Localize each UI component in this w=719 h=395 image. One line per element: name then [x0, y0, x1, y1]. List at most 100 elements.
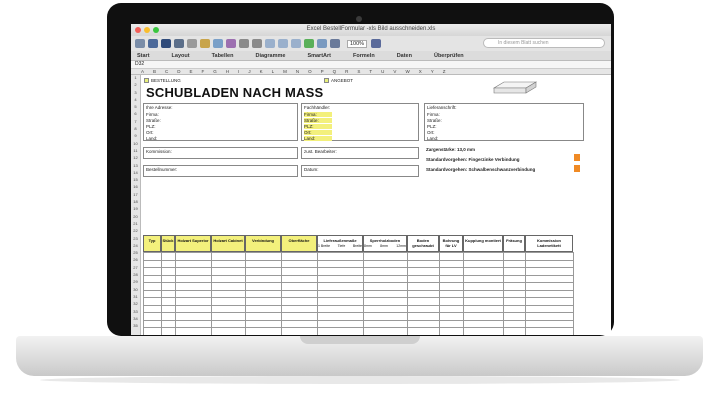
row-number[interactable]: 25	[131, 250, 140, 257]
row-number[interactable]: 32	[131, 301, 140, 308]
row-number[interactable]: 34	[131, 316, 140, 323]
help-icon[interactable]	[371, 39, 382, 48]
col-a[interactable]: A	[141, 69, 144, 74]
col-y[interactable]: Y	[431, 69, 434, 74]
row-number[interactable]: 14	[131, 170, 140, 177]
row-number[interactable]: 21	[131, 221, 140, 228]
redo-icon[interactable]	[252, 39, 262, 48]
row-number[interactable]: 5	[131, 104, 140, 111]
col-i[interactable]: I	[238, 69, 239, 74]
search-input[interactable]: In diesem Blatt suchen	[483, 38, 605, 48]
row-number[interactable]: 10	[131, 141, 140, 148]
col-g[interactable]: G	[213, 69, 217, 74]
col-r[interactable]: R	[345, 69, 348, 74]
row-number[interactable]: 29	[131, 279, 140, 286]
row-number[interactable]: 12	[131, 155, 140, 162]
col-f[interactable]: F	[202, 69, 205, 74]
row-number[interactable]: 20	[131, 214, 140, 221]
cell-reference[interactable]: D32	[135, 61, 144, 67]
col-l[interactable]: L	[272, 69, 275, 74]
tab-diagramme[interactable]: Diagramme	[255, 53, 285, 59]
cut-icon[interactable]	[187, 39, 197, 48]
datum-field[interactable]: Datum:	[301, 165, 419, 177]
row-number[interactable]: 15	[131, 177, 140, 184]
new-icon[interactable]	[135, 39, 145, 48]
option-marker-2[interactable]	[574, 165, 580, 172]
copy-icon[interactable]	[200, 39, 210, 48]
row-number[interactable]: 23	[131, 236, 140, 243]
col-m[interactable]: M	[283, 69, 287, 74]
row-number[interactable]: 6	[131, 111, 140, 118]
col-v[interactable]: V	[393, 69, 396, 74]
tab-formeln[interactable]: Formeln	[353, 53, 375, 59]
col-w[interactable]: W	[405, 69, 409, 74]
row-number[interactable]: 9	[131, 133, 140, 140]
row-number[interactable]: 30	[131, 287, 140, 294]
row-number[interactable]: 19	[131, 206, 140, 213]
col-o[interactable]: O	[308, 69, 312, 74]
row-number[interactable]: 26	[131, 257, 140, 264]
row-number[interactable]: 28	[131, 272, 140, 279]
row-number[interactable]: 4	[131, 97, 140, 104]
row-number[interactable]: 22	[131, 228, 140, 235]
open-icon[interactable]	[148, 39, 158, 48]
zoom-value[interactable]: 100%	[347, 39, 368, 48]
undo-icon[interactable]	[239, 39, 249, 48]
row-number[interactable]: 13	[131, 163, 140, 170]
tab-start[interactable]: Start	[137, 53, 150, 59]
bestellung-checkbox[interactable]	[144, 78, 149, 83]
gallery-icon[interactable]	[304, 39, 314, 48]
row-number[interactable]: 8	[131, 126, 140, 133]
col-z[interactable]: Z	[443, 69, 446, 74]
col-d[interactable]: D	[177, 69, 180, 74]
col-n[interactable]: N	[296, 69, 299, 74]
tab-daten[interactable]: Daten	[397, 53, 412, 59]
toolbox-icon[interactable]	[317, 39, 327, 48]
col-c[interactable]: C	[165, 69, 168, 74]
sort-icon[interactable]	[278, 39, 288, 48]
angebot-checkbox[interactable]	[324, 78, 329, 83]
paste-icon[interactable]	[213, 39, 223, 48]
row-number[interactable]: 16	[131, 184, 140, 191]
row-number[interactable]: 24	[131, 243, 140, 250]
col-t[interactable]: T	[369, 69, 372, 74]
sum-icon[interactable]	[265, 39, 275, 48]
tab-tabellen[interactable]: Tabellen	[212, 53, 234, 59]
tab-ueberpruefen[interactable]: Überprüfen	[434, 53, 464, 59]
row-number[interactable]: 3	[131, 90, 140, 97]
kommission-field[interactable]: Kommission:	[143, 147, 298, 159]
col-p[interactable]: P	[321, 69, 324, 74]
col-s[interactable]: S	[357, 69, 360, 74]
row-number[interactable]: 17	[131, 192, 140, 199]
formula-bar[interactable]: D32	[131, 61, 611, 69]
col-b[interactable]: B	[153, 69, 156, 74]
format-painter-icon[interactable]	[226, 39, 236, 48]
row-number[interactable]: 1	[131, 75, 140, 82]
row-number[interactable]: 2	[131, 82, 140, 89]
print-icon[interactable]	[174, 39, 184, 48]
col-e[interactable]: E	[190, 69, 193, 74]
col-x[interactable]: X	[419, 69, 422, 74]
row-number[interactable]: 33	[131, 309, 140, 316]
row-number[interactable]: 27	[131, 265, 140, 272]
col-u[interactable]: U	[381, 69, 384, 74]
col-h[interactable]: H	[226, 69, 229, 74]
bearbeiter-field[interactable]: zust. Bearbeiter:	[301, 147, 419, 159]
tab-smartart[interactable]: SmartArt	[307, 53, 331, 59]
filter-icon[interactable]	[291, 39, 301, 48]
zoom-level-icon[interactable]	[330, 39, 340, 48]
col-q[interactable]: Q	[333, 69, 337, 74]
col-k[interactable]: K	[260, 69, 263, 74]
save-icon[interactable]	[161, 39, 171, 48]
bestellnummer-field[interactable]: Bestellnummer:	[143, 165, 298, 177]
spreadsheet-grid[interactable]: BESTELLUNG ANGEBOT SCHUBLADEN NACH MASS …	[141, 75, 611, 335]
row-number[interactable]: 18	[131, 199, 140, 206]
row-number[interactable]: 11	[131, 148, 140, 155]
table-body[interactable]	[143, 252, 574, 335]
row-number[interactable]: 7	[131, 119, 140, 126]
option-marker-1[interactable]	[574, 154, 580, 161]
tab-layout[interactable]: Layout	[172, 53, 190, 59]
col-j[interactable]: J	[248, 69, 250, 74]
row-number[interactable]: 35	[131, 323, 140, 330]
row-number[interactable]: 31	[131, 294, 140, 301]
